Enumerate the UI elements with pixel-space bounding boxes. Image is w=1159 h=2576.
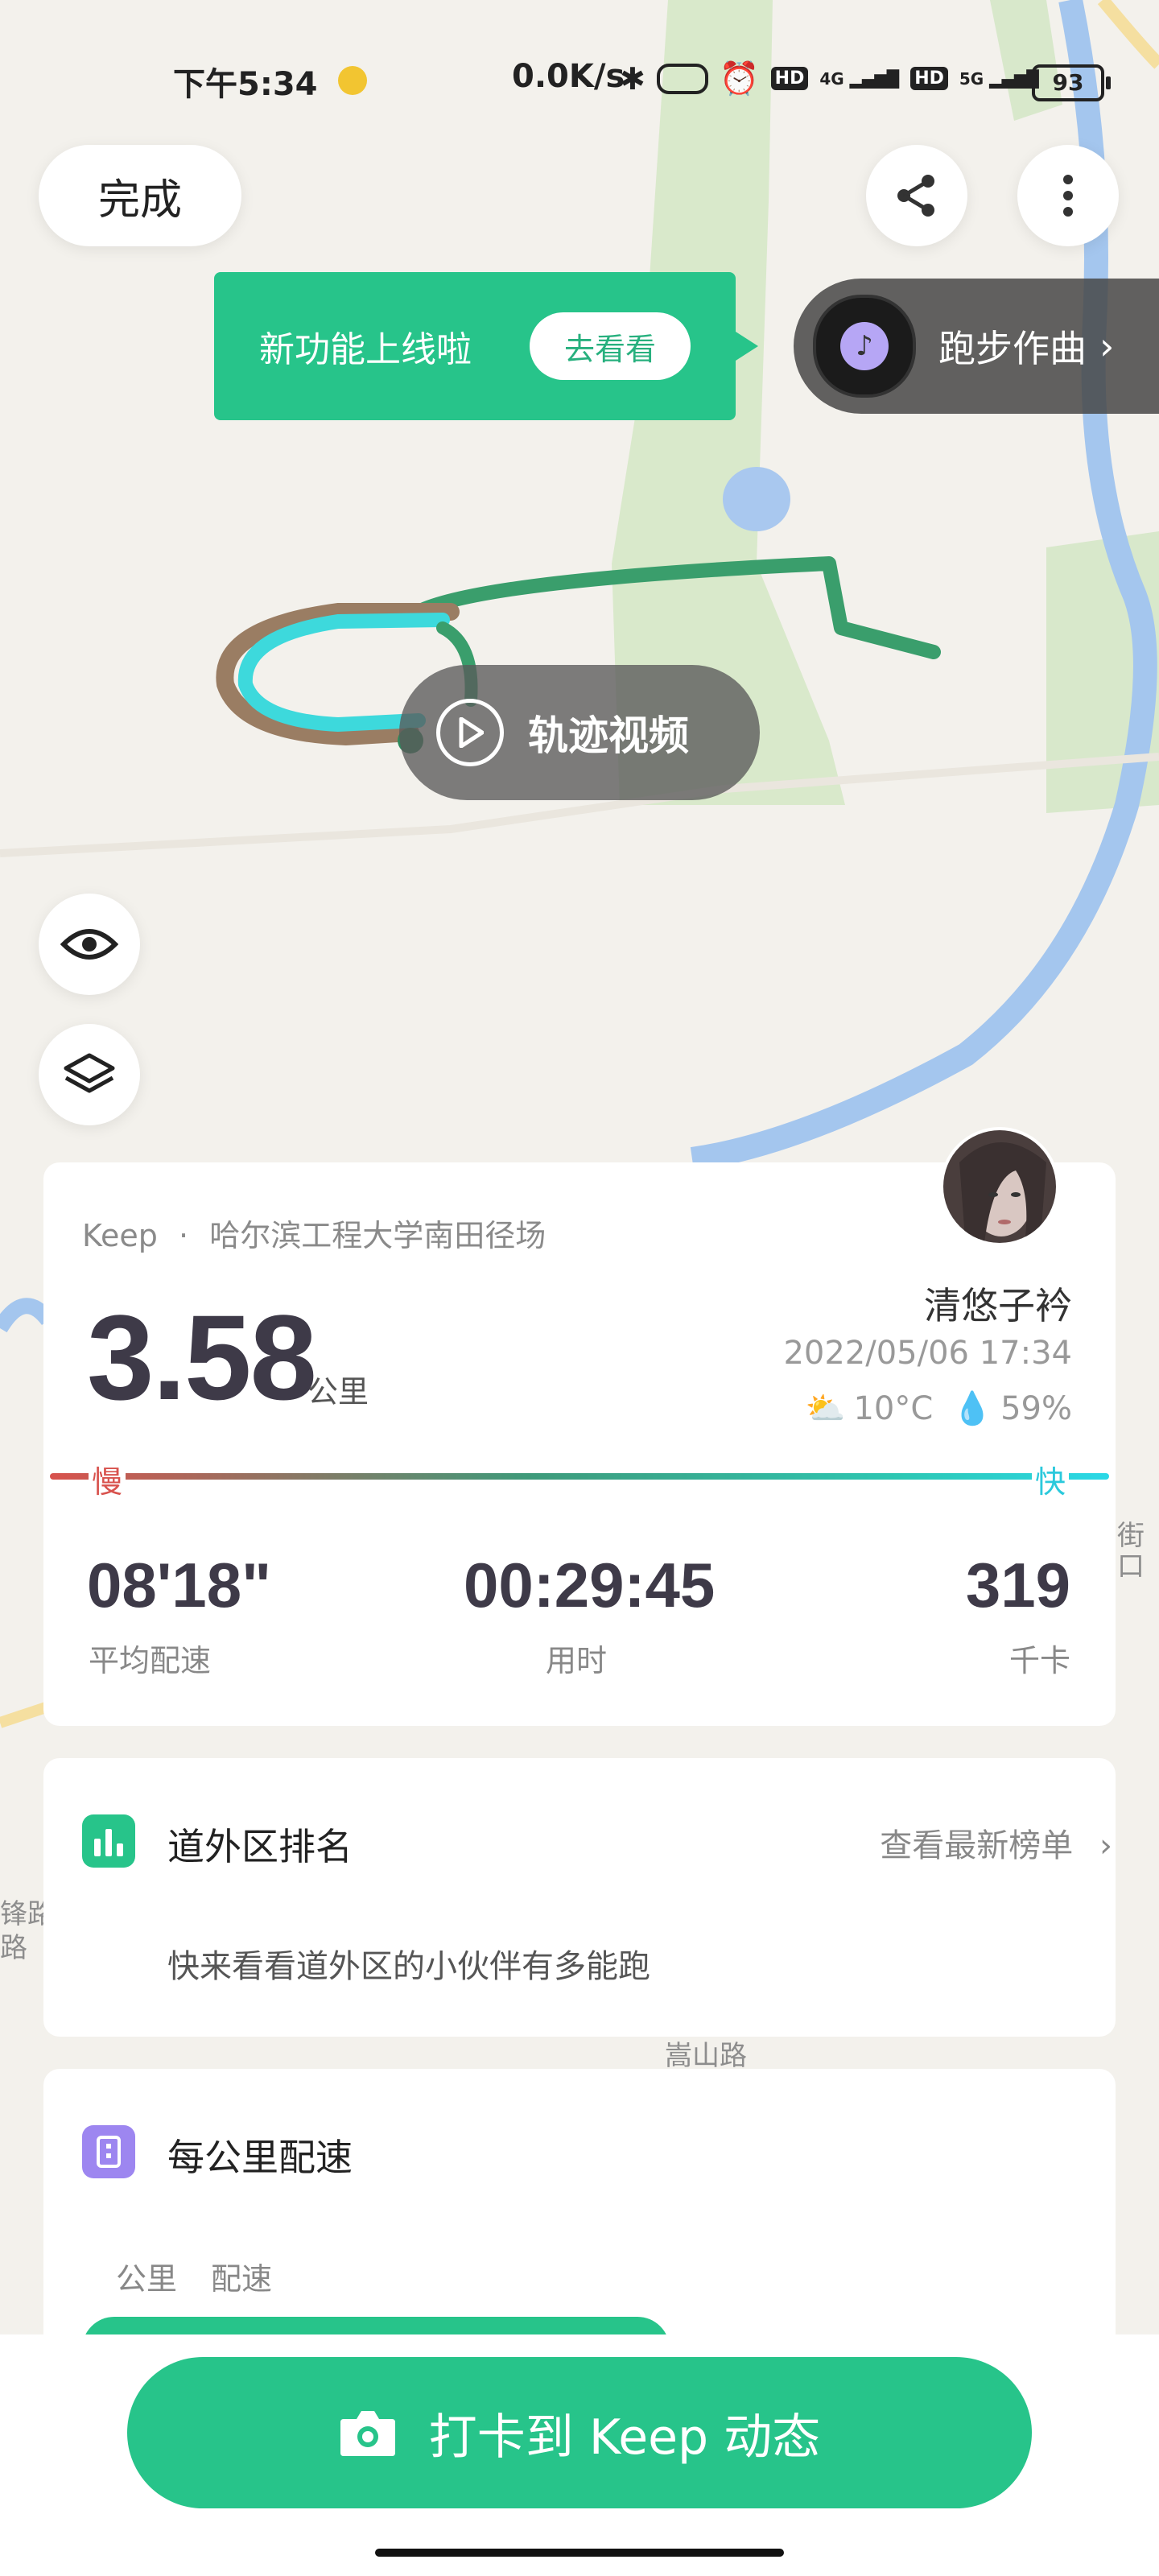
nfc-icon: [656, 63, 708, 94]
camera-icon: [340, 2411, 395, 2456]
humidity-drop-icon: 💧: [952, 1390, 993, 1427]
duration-value: 00:29:45: [464, 1550, 716, 1620]
ranking-title: 道外区排名: [167, 1825, 353, 1868]
vinyl-disc-icon: ♪: [813, 295, 916, 398]
cloudy-sun-icon: ⛅: [805, 1390, 846, 1427]
play-icon: [436, 699, 504, 766]
status-time: 下午5:34: [173, 66, 318, 103]
ranking-description: 快来看看道外区的小伙伴有多能跑: [167, 1948, 650, 1985]
source-label: Keep: [82, 1218, 158, 1253]
duration-label: 用时: [546, 1643, 608, 1678]
calories-label: 千卡: [1008, 1643, 1070, 1678]
new-feature-text: 新功能上线啦: [259, 329, 472, 370]
hd-icon-2: HD: [910, 67, 948, 90]
km-column-header: 公里: [116, 2261, 178, 2297]
map-street-label: 口: [1117, 1550, 1145, 1583]
map-layers-button[interactable]: [39, 1024, 140, 1125]
track-video-label: 轨迹视频: [528, 712, 689, 759]
go-see-button[interactable]: 去看看: [530, 312, 691, 380]
running-music-label: 跑步作曲: [938, 327, 1087, 370]
distance-unit: 公里: [307, 1374, 369, 1410]
eye-icon: [60, 929, 118, 960]
separator: ·: [179, 1218, 189, 1253]
temperature: 10°C: [853, 1389, 934, 1427]
app-notification-icon: [338, 66, 367, 95]
status-bar: 下午5:34 0.0K/s ✱ ⏰ HD 4G ▂▄▆█ HD 5G ▂▄▆█ …: [0, 48, 1159, 113]
running-music-button[interactable]: ♪ 跑步作曲 ›: [794, 279, 1159, 414]
done-button[interactable]: 完成: [39, 145, 241, 246]
slow-label: 慢: [89, 1457, 126, 1501]
weather-info: ⛅ 10°C 💧 59%: [805, 1389, 1072, 1428]
track-video-button[interactable]: 轨迹视频: [399, 665, 760, 800]
map-road-label: 嵩山路: [665, 2040, 747, 2072]
check-in-label: 打卡到 Keep 动态: [428, 2409, 821, 2466]
chevron-right-icon: ›: [1099, 324, 1115, 368]
humidity: 59%: [1000, 1389, 1072, 1427]
music-note-icon: ♪: [840, 322, 889, 370]
home-indicator[interactable]: [375, 2549, 784, 2557]
alarm-icon: ⏰: [719, 60, 760, 97]
chevron-right-icon: ›: [1099, 1827, 1112, 1864]
location-label: 哈尔滨工程大学南田径场: [209, 1218, 547, 1253]
view-leaderboard-link[interactable]: 查看最新榜单 ›: [880, 1819, 1112, 1866]
username: 清悠子衿: [924, 1284, 1072, 1327]
check-in-button[interactable]: 打卡到 Keep 动态: [127, 2357, 1032, 2508]
battery-icon: 93: [1032, 64, 1111, 101]
pace-title: 每公里配速: [167, 2136, 353, 2179]
avg-pace-label: 平均配速: [89, 1643, 212, 1678]
calories-value: 319: [965, 1550, 1070, 1620]
new-feature-tooltip: 新功能上线啦 去看看: [214, 272, 758, 420]
signal-5g-icon: 5G ▂▄▆█: [959, 68, 1039, 89]
avg-pace-value: 08'18": [87, 1550, 272, 1620]
share-icon: [897, 175, 934, 217]
share-button[interactable]: [866, 145, 967, 246]
pace-icon: [82, 2125, 135, 2178]
map-road-label: 路: [0, 1932, 27, 1964]
avatar[interactable]: [940, 1127, 1059, 1246]
pace-gradient-bar: [50, 1473, 1109, 1480]
ranking-card[interactable]: [43, 1758, 1116, 2037]
more-vertical-icon: [1063, 175, 1073, 217]
layers-icon: [64, 1053, 115, 1093]
status-icons: ✱ ⏰ HD 4G ▂▄▆█ HD 5G ▂▄▆█: [620, 60, 1039, 97]
hd-icon: HD: [770, 67, 809, 90]
bar-chart-icon: [82, 1814, 135, 1868]
fast-label: 快: [1032, 1457, 1070, 1501]
run-source-location: Keep · 哈尔滨工程大学南田径场: [82, 1211, 546, 1255]
more-button[interactable]: [1017, 145, 1119, 246]
visibility-toggle-button[interactable]: [39, 894, 140, 995]
network-speed: 0.0K/s: [512, 58, 625, 95]
pace-column-header: 配速: [211, 2261, 273, 2297]
bluetooth-icon: ✱: [620, 60, 645, 97]
distance-value: 3.58: [87, 1290, 317, 1425]
run-datetime: 2022/05/06 17:34: [783, 1335, 1072, 1372]
signal-4g-icon: 4G ▂▄▆█: [819, 68, 900, 89]
